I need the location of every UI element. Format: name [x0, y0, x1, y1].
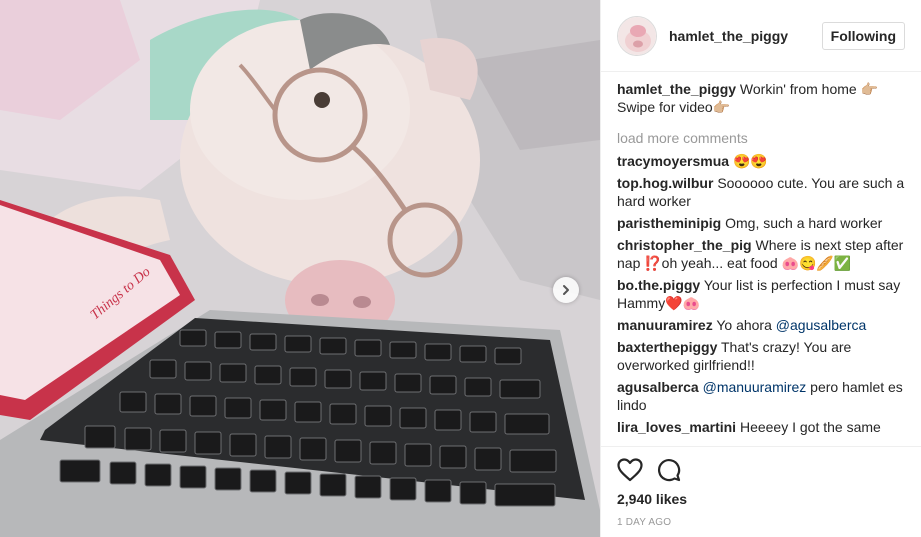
avatar[interactable] [617, 15, 657, 56]
post-caption: hamlet_the_piggy Workin' from home 👉🏼 Sw… [617, 80, 906, 116]
post-side-panel: hamlet_the_piggy Following hamlet_the_pi… [600, 0, 921, 537]
comment: tracymoyersmua 😍😍 [617, 152, 906, 170]
comment: lira_loves_martini Heeeey I got the same [617, 418, 906, 436]
like-heart-icon[interactable] [617, 458, 643, 482]
carousel-next-button[interactable] [553, 277, 579, 303]
comment-username[interactable]: top.hog.wilbur [617, 175, 713, 191]
comment-username[interactable]: agusalberca [617, 379, 699, 395]
comment-username[interactable]: christopher_the_pig [617, 237, 752, 253]
comment-username[interactable]: paristheminipig [617, 215, 721, 231]
avatar-image [618, 16, 656, 55]
action-buttons [617, 457, 906, 483]
comment-username[interactable]: bo.the.piggy [617, 277, 700, 293]
load-more-comments-link[interactable]: load more comments [617, 130, 906, 146]
pig-with-glasses-photo: Things to Do [0, 0, 600, 537]
post-header: hamlet_the_piggy Following [601, 0, 921, 72]
chevron-right-icon [563, 285, 569, 295]
comment: baxterthepiggy That's crazy! You are ove… [617, 338, 906, 374]
likes-count[interactable]: 2,940 likes [617, 491, 906, 507]
comment: manuuramirez Yo ahora @agusalberca [617, 316, 906, 334]
comment: top.hog.wilbur Soooooo cute. You are suc… [617, 174, 906, 210]
following-button[interactable]: Following [821, 21, 905, 50]
comment: paristheminipig Omg, such a hard worker [617, 214, 906, 232]
comment: christopher_the_pig Where is next step a… [617, 236, 906, 272]
post-photo[interactable]: Things to Do [0, 0, 600, 537]
post-author-username[interactable]: hamlet_the_piggy [669, 28, 822, 44]
comment-username[interactable]: lira_loves_martini [617, 419, 736, 435]
comment-mention[interactable]: @agusalberca [776, 317, 867, 333]
comments-list[interactable]: hamlet_the_piggy Workin' from home 👉🏼 Sw… [601, 72, 921, 446]
caption-username[interactable]: hamlet_the_piggy [617, 81, 736, 97]
comment: agusalberca @manuuramirez pero hamlet es… [617, 378, 906, 414]
comment-mention[interactable]: @manuuramirez [703, 379, 807, 395]
post-actions: 2,940 likes 1 DAY AGO [601, 446, 921, 528]
comment-bubble-icon[interactable] [657, 458, 681, 482]
comment-username[interactable]: baxterthepiggy [617, 339, 717, 355]
comment-text: Omg, such a hard worker [725, 215, 883, 231]
comment-username[interactable]: manuuramirez [617, 317, 713, 333]
comment-text: 😍😍 [732, 153, 768, 169]
post-timestamp: 1 DAY AGO [617, 517, 672, 528]
comment-text: Heeeey I got the same [739, 419, 881, 435]
comment: bo.the.piggy Your list is perfection I m… [617, 276, 906, 312]
comment-username[interactable]: tracymoyersmua [617, 153, 729, 169]
comment-text: Yo ahora [716, 317, 772, 333]
